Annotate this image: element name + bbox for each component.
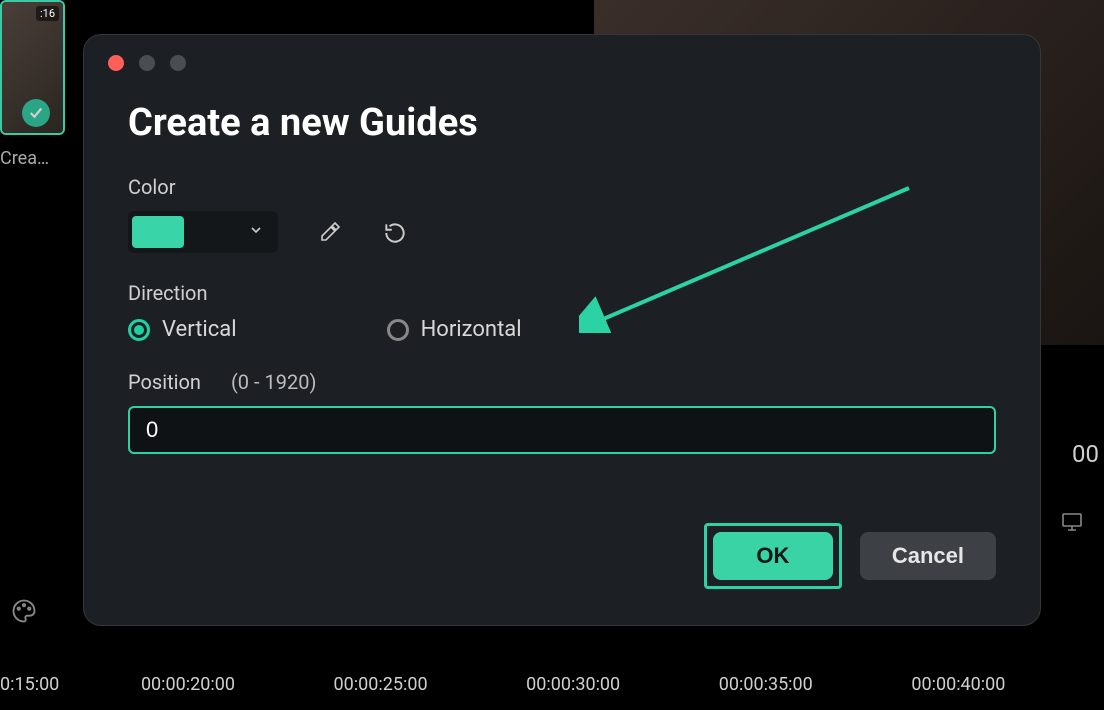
timeline-mark: 0:15:00 <box>0 674 141 695</box>
position-input[interactable] <box>128 406 996 454</box>
eyedropper-icon[interactable] <box>318 220 342 244</box>
ok-highlight-box: OK <box>704 523 842 589</box>
reset-icon[interactable] <box>382 220 406 244</box>
direction-horizontal-radio[interactable]: Horizontal <box>387 317 522 342</box>
check-icon <box>22 99 50 127</box>
palette-icon[interactable] <box>10 597 38 625</box>
timeline-mark: 00:00:20:00 <box>141 674 334 695</box>
direction-vertical-radio[interactable]: Vertical <box>128 317 237 342</box>
color-label: Color <box>128 175 996 199</box>
chevron-down-icon <box>248 222 264 242</box>
annotation-arrow <box>579 183 919 333</box>
media-thumbnail[interactable]: :16 <box>0 0 65 135</box>
direction-label: Direction <box>128 281 996 305</box>
radio-label: Vertical <box>162 317 237 342</box>
color-picker[interactable] <box>128 211 278 253</box>
timeline-ruler[interactable]: 0:15:00 00:00:20:00 00:00:25:00 00:00:30… <box>0 660 1104 710</box>
cancel-button[interactable]: Cancel <box>860 532 996 580</box>
thumbnail-label: Crea… <box>0 148 49 169</box>
timeline-mark: 00:00:25:00 <box>334 674 527 695</box>
timeline-mark: 00:00:30:00 <box>526 674 719 695</box>
thumbnail-duration: :16 <box>36 6 59 21</box>
color-swatch <box>132 216 184 248</box>
preview-timestamp: 00 <box>1072 440 1099 468</box>
position-range: (0 - 1920) <box>231 370 316 394</box>
zoom-window-button[interactable] <box>170 55 186 71</box>
minimize-window-button[interactable] <box>139 55 155 71</box>
timeline-mark: 00:00:40:00 <box>911 674 1104 695</box>
create-guides-dialog: Create a new Guides Color Direction Vert… <box>83 34 1041 626</box>
dialog-title: Create a new Guides <box>128 101 996 145</box>
radio-indicator <box>128 319 150 341</box>
radio-label: Horizontal <box>421 317 522 342</box>
monitor-icon[interactable] <box>1060 510 1084 534</box>
close-window-button[interactable] <box>108 55 124 71</box>
position-label: Position <box>128 370 201 394</box>
radio-indicator <box>387 319 409 341</box>
ok-button[interactable]: OK <box>713 532 833 580</box>
timeline-mark: 00:00:35:00 <box>719 674 912 695</box>
window-controls <box>108 55 996 71</box>
